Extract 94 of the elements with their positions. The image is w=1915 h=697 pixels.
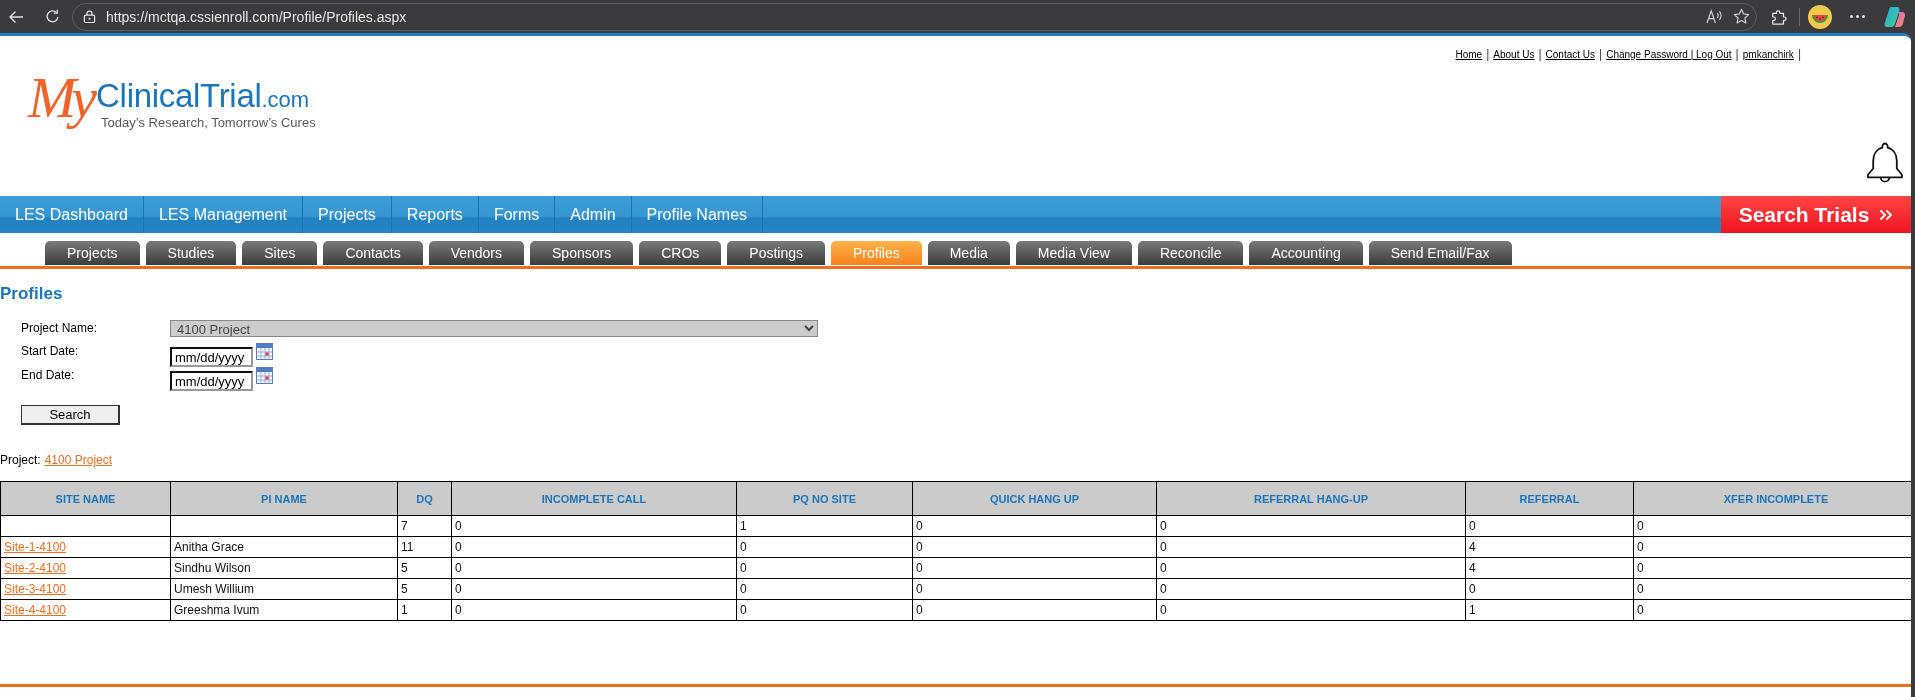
swirl-icon[interactable] [1884,5,1906,28]
table-cell: 0 [736,557,913,579]
tab[interactable]: Sites [242,241,318,265]
table-cell: 0 [1156,578,1466,600]
tab[interactable]: Sponsors [530,241,634,265]
field-label: Start Date: [21,343,79,358]
table-cell: 0 [451,536,737,558]
bell-icon[interactable] [1865,142,1905,184]
column-header: INCOMPLETE CALL [451,481,737,516]
column-header: REFERRAL [1465,481,1634,516]
table-cell: 7 [397,515,452,537]
table-cell: 0 [451,599,737,621]
table-cell: 1 [397,599,452,621]
link-separator: | [1797,47,1801,61]
table-cell: 0 [1156,557,1466,579]
table-cell: 0 [1465,515,1634,537]
link-separator: | [1486,47,1490,61]
table-cell: 5 [397,557,452,579]
tab[interactable]: Accounting [1249,241,1363,265]
logo-domain-text: .com [261,89,310,111]
reload-icon[interactable] [45,9,60,24]
search-button[interactable]: Search [21,405,120,425]
header-link[interactable]: Change Password | Log Out [1606,48,1732,60]
link-separator: | [1599,47,1603,61]
lock-icon[interactable] [83,10,96,23]
table-cell: 1 [736,515,913,537]
double-chevron-icon [1879,208,1894,221]
header-link[interactable]: pmkanchirk [1742,48,1794,60]
table-cell: Umesh Willium [170,578,398,600]
puzzle-icon[interactable] [1771,8,1787,25]
column-header: PI NAME [170,481,398,516]
table-cell: 4 [1465,536,1634,558]
project-label: Project: [0,453,41,467]
table-cell: 11 [397,536,452,558]
link-separator: | [1735,47,1739,61]
table-cell: 0 [912,536,1157,558]
table-cell: 0 [1156,515,1466,537]
table-cell: 0 [1156,536,1466,558]
table-cell: Sindhu Wilson [170,557,398,579]
watermelon-icon[interactable] [1808,4,1832,29]
table-cell: 0 [912,515,1157,537]
column-header: REFERRAL HANG-UP [1156,481,1466,516]
tab[interactable]: Contacts [323,241,423,265]
read-aloud-icon[interactable] [1706,9,1723,24]
table-cell: 1 [1465,599,1634,621]
table-cell: 5 [397,578,452,600]
column-header: XFER INCOMPLETE [1633,481,1911,516]
field-label: Project Name: [21,320,98,335]
table-cell: Anitha Grace [170,536,398,558]
calendar-icon[interactable] [256,343,273,360]
column-header: SITE NAME [0,481,171,516]
table-cell: 0 [736,536,913,558]
table-cell: 0 [736,578,913,600]
tab[interactable]: Vendors [428,241,525,265]
table-cell: 0 [912,557,1157,579]
date-field[interactable]: mm/dd/yyyy [170,371,253,391]
tab[interactable]: Projects [45,241,140,265]
search-trials-button[interactable]: Search Trials [1721,196,1911,233]
table-cell: 0 [451,515,737,537]
back-arrow-icon[interactable] [8,8,24,25]
logo-tagline: Today’s Research, Tomorrow’s Cures [101,115,316,130]
link-separator: | [1538,47,1542,61]
page-title: Profiles [0,284,64,304]
tab[interactable]: CROs [639,241,722,265]
tab[interactable]: Media [927,241,1010,265]
logo-script-text: My [28,69,93,127]
calendar-icon[interactable] [256,367,273,384]
tab[interactable]: Postings [727,241,825,265]
logo-wordmark: ClinicalTrial [96,79,262,112]
date-field[interactable]: mm/dd/yyyy [170,347,253,367]
tab[interactable]: Studies [145,241,237,265]
table-cell: 0 [912,578,1157,600]
tab[interactable]: Reconcile [1137,241,1244,265]
table-cell: 0 [1156,599,1466,621]
table-cell: Greeshma Ivum [170,599,398,621]
column-header: PQ NO SITE [736,481,913,516]
header-link[interactable]: Contact Us [1545,48,1596,60]
more-icon[interactable] [1850,15,1865,18]
star-icon[interactable] [1733,8,1750,25]
header-link[interactable]: About Us [1493,48,1535,60]
table-cell: 0 [451,578,737,600]
table-cell: 0 [912,599,1157,621]
column-header: DQ [397,481,452,516]
project-select[interactable]: 4100 Project [170,320,818,337]
tab[interactable]: Send Email/Fax [1368,241,1512,265]
url-text[interactable]: https://mctqa.cssienroll.com/Profile/Profiles.aspx [106,8,407,25]
table-cell: 4 [1465,557,1634,579]
header-link[interactable]: Home [1455,48,1483,60]
tab[interactable]: Media View [1015,241,1132,265]
column-header: QUICK HANG UP [912,481,1157,516]
table-cell: 0 [736,599,913,621]
table-cell: 0 [451,557,737,579]
field-label: End Date: [21,367,75,382]
table-cell: 0 [1465,578,1634,600]
